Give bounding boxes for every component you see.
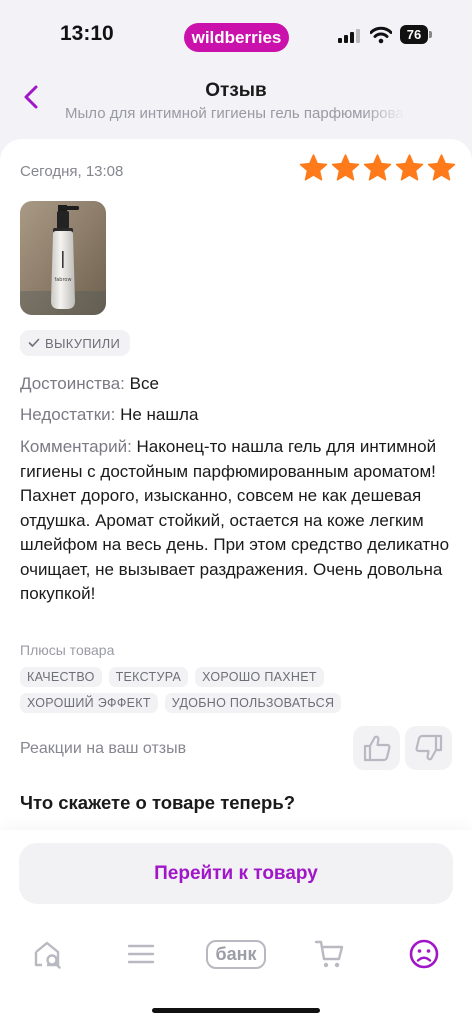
follow-up-question: Что скажете о товаре теперь? (20, 792, 295, 813)
thumbs-up-icon (363, 735, 391, 762)
home-search-icon (34, 941, 61, 969)
thumbs-down-icon (414, 734, 442, 761)
product-subtitle: Мыло для интимной гигиены гель парфюмиро… (65, 105, 405, 122)
dislike-button[interactable] (405, 726, 452, 770)
review-date: Сегодня, 13:08 (20, 163, 124, 180)
like-button[interactable] (353, 726, 400, 770)
review-photo[interactable]: fabrow (20, 201, 106, 315)
cart-icon (314, 940, 344, 968)
tab-catalog[interactable] (118, 934, 164, 974)
comment-label: Комментарий: (20, 437, 132, 456)
tag-chip: ХОРОШИЙ ЭФФЕКТ (20, 693, 158, 713)
status-time: 13:10 (60, 22, 114, 45)
check-icon (28, 338, 40, 347)
cellular-signal-icon (338, 29, 362, 43)
status-bar: 13:10 wildberries 76 (0, 0, 472, 70)
pros-label: Достоинства: (20, 374, 125, 393)
star-icon (363, 154, 392, 181)
pros-row: Достоинства: Все (20, 372, 450, 397)
tab-home[interactable] (25, 934, 71, 974)
page-title: Отзыв (205, 80, 267, 101)
tag-chip: КАЧЕСТВО (20, 667, 102, 687)
tab-profile[interactable] (401, 934, 447, 974)
purchased-badge: ВЫКУПИЛИ (20, 330, 131, 356)
home-indicator (152, 1008, 320, 1013)
tags-label: Плюсы товара (20, 642, 115, 658)
go-to-product-button[interactable]: Перейти к товару (19, 843, 453, 904)
battery-icon: 76 (400, 25, 432, 44)
rating-stars (298, 153, 457, 187)
brand-pill: wildberries (184, 23, 289, 52)
page-header: Отзыв Мыло для интимной гигиены гель пар… (0, 70, 472, 132)
cons-value: Не нашла (120, 405, 199, 424)
product-bottle-image: fabrow (20, 201, 106, 315)
tab-bank[interactable]: банк (206, 934, 266, 974)
tab-cart[interactable] (307, 934, 353, 974)
tag-chip: УДОБНО ПОЛЬЗОВАТЬСЯ (164, 693, 342, 713)
star-icon (427, 154, 456, 181)
star-icon (331, 154, 360, 181)
review-card: Сегодня, 13:08 fabrow ВЫКУПИЛИ Достоинст… (0, 139, 472, 859)
tag-chip: ХОРОШО ПАХНЕТ (195, 667, 324, 687)
bottom-panel: Перейти к товару банк (0, 830, 472, 1024)
battery-level: 76 (400, 25, 428, 44)
tab-bar: банк (0, 928, 472, 988)
catalog-menu-icon (127, 944, 155, 964)
comment-row: Комментарий: Наконец-то нашла гель для и… (20, 435, 450, 607)
tag-chip: ТЕКСТУРА (108, 667, 189, 687)
wifi-icon (370, 26, 392, 44)
profile-icon (409, 939, 439, 969)
bank-label: банк (206, 939, 266, 969)
purchased-badge-label: ВЫКУПИЛИ (45, 335, 121, 351)
comment-text: Наконец-то нашла гель для интимной гигие… (20, 437, 450, 603)
star-icon (395, 154, 424, 181)
svg-text:fabrow: fabrow (54, 277, 71, 283)
reactions-label: Реакции на ваш отзыв (20, 740, 187, 757)
cons-row: Недостатки: Не нашла (20, 403, 450, 428)
cons-label: Недостатки: (20, 405, 116, 424)
pros-value: Все (129, 374, 159, 393)
tags-list: КАЧЕСТВО ТЕКСТУРА ХОРОШО ПАХНЕТ ХОРОШИЙ … (20, 667, 460, 713)
star-icon (299, 154, 328, 181)
